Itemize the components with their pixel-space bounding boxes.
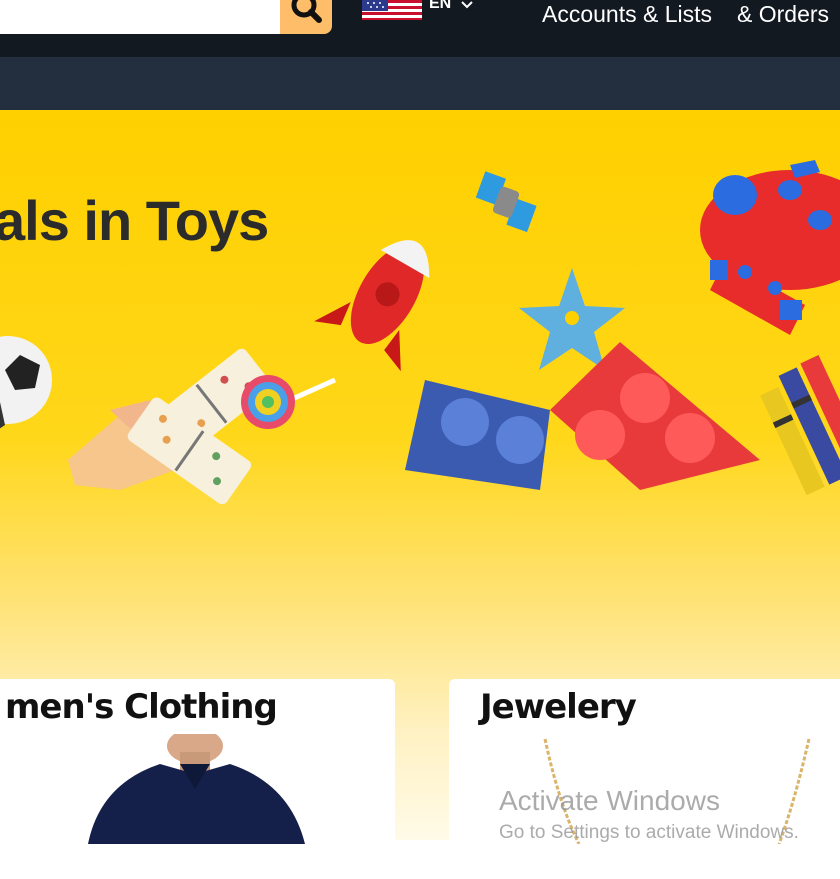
chevron-down-icon[interactable] xyxy=(460,0,474,10)
top-header: EN Accounts & Lists & Orders xyxy=(0,0,840,57)
sub-navigation-bar xyxy=(0,57,840,110)
accounts-and-lists-link[interactable]: Accounts & Lists xyxy=(542,0,712,28)
category-card-jewelery[interactable]: Jewelery xyxy=(449,679,840,879)
windows-activation-watermark: Activate Windows xyxy=(499,785,720,816)
orders-link[interactable]: & Orders xyxy=(737,0,829,28)
search-icon xyxy=(291,0,322,23)
category-card-mens-clothing[interactable]: men's Clothing xyxy=(0,679,395,879)
mens-polo-shirt-image xyxy=(88,734,305,844)
card-title: Jewelery xyxy=(480,687,637,727)
toys-illustration xyxy=(0,160,840,505)
search-button[interactable] xyxy=(280,0,332,34)
us-flag-icon[interactable] xyxy=(362,0,422,20)
language-label[interactable]: EN xyxy=(429,0,451,13)
hero-title: als in Toys xyxy=(0,189,269,252)
search-input[interactable] xyxy=(0,0,290,34)
card-title: men's Clothing xyxy=(5,687,278,727)
windows-activation-hint: Go to Settings to activate Windows. xyxy=(499,822,799,843)
